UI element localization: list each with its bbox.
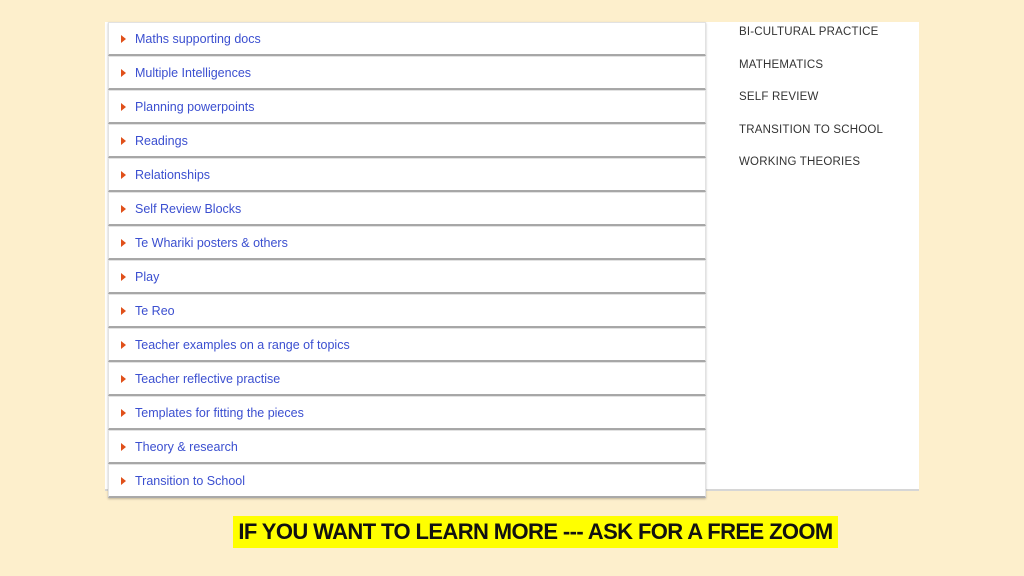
folder-label[interactable]: Teacher reflective practise bbox=[135, 372, 280, 386]
promo-banner: IF YOU WANT TO LEARN MORE --- ASK FOR A … bbox=[233, 516, 838, 548]
folder-label[interactable]: Play bbox=[135, 270, 159, 284]
sidebar-link[interactable]: BI-CULTURAL PRACTICE bbox=[739, 16, 883, 49]
sidebar-link[interactable]: TRANSITION TO SCHOOL bbox=[739, 114, 883, 147]
expand-triangle-icon[interactable] bbox=[121, 442, 126, 451]
folder-label[interactable]: Templates for fitting the pieces bbox=[135, 406, 304, 420]
expand-triangle-icon[interactable] bbox=[121, 136, 126, 145]
expand-triangle-icon[interactable] bbox=[121, 68, 126, 77]
expand-triangle-icon[interactable] bbox=[121, 204, 126, 213]
expand-triangle-icon[interactable] bbox=[121, 374, 126, 383]
folder-label[interactable]: Maths supporting docs bbox=[135, 32, 261, 46]
expand-triangle-icon[interactable] bbox=[121, 102, 126, 111]
folder-row[interactable]: Readings bbox=[108, 124, 706, 158]
folder-row[interactable]: Teacher examples on a range of topics bbox=[108, 328, 706, 362]
category-sidebar: BI-CULTURAL PRACTICE MATHEMATICS SELF REVI… bbox=[739, 16, 883, 179]
folder-row[interactable]: Te Reo bbox=[108, 294, 706, 328]
expand-triangle-icon[interactable] bbox=[121, 408, 126, 417]
folder-row[interactable]: Multiple Intelligences bbox=[108, 56, 706, 90]
folder-row[interactable]: Relationships bbox=[108, 158, 706, 192]
folder-row[interactable]: Te Whariki posters & others bbox=[108, 226, 706, 260]
folder-label[interactable]: Te Reo bbox=[135, 304, 175, 318]
folder-row[interactable]: Theory & research bbox=[108, 430, 706, 464]
folder-label[interactable]: Readings bbox=[135, 134, 188, 148]
folder-row[interactable]: Templates for fitting the pieces bbox=[108, 396, 706, 430]
folder-row[interactable]: Planning powerpoints bbox=[108, 90, 706, 124]
folder-row[interactable]: Maths supporting docs bbox=[108, 22, 706, 56]
expand-triangle-icon[interactable] bbox=[121, 476, 126, 485]
expand-triangle-icon[interactable] bbox=[121, 34, 126, 43]
expand-triangle-icon[interactable] bbox=[121, 272, 126, 281]
screenshot-panel: Maths supporting docs Multiple Intelligen… bbox=[105, 22, 919, 498]
expand-triangle-icon[interactable] bbox=[121, 238, 126, 247]
sidebar-link[interactable]: SELF REVIEW bbox=[739, 81, 883, 114]
folder-row[interactable]: Play bbox=[108, 260, 706, 294]
folder-row[interactable]: Self Review Blocks bbox=[108, 192, 706, 226]
folder-label[interactable]: Relationships bbox=[135, 168, 210, 182]
folder-label[interactable]: Transition to School bbox=[135, 474, 245, 488]
expand-triangle-icon[interactable] bbox=[121, 340, 126, 349]
folder-row[interactable]: Transition to School bbox=[108, 464, 706, 498]
folder-label[interactable]: Planning powerpoints bbox=[135, 100, 255, 114]
folder-row[interactable]: Teacher reflective practise bbox=[108, 362, 706, 396]
folder-label[interactable]: Teacher examples on a range of topics bbox=[135, 338, 350, 352]
expand-triangle-icon[interactable] bbox=[121, 306, 126, 315]
folder-label[interactable]: Self Review Blocks bbox=[135, 202, 241, 216]
sidebar-link[interactable]: WORKING THEORIES bbox=[739, 146, 883, 179]
folder-list: Maths supporting docs Multiple Intelligen… bbox=[108, 22, 706, 498]
folder-label[interactable]: Multiple Intelligences bbox=[135, 66, 251, 80]
sidebar-link[interactable]: MATHEMATICS bbox=[739, 49, 883, 82]
folder-label[interactable]: Theory & research bbox=[135, 440, 238, 454]
expand-triangle-icon[interactable] bbox=[121, 170, 126, 179]
folder-label[interactable]: Te Whariki posters & others bbox=[135, 236, 288, 250]
